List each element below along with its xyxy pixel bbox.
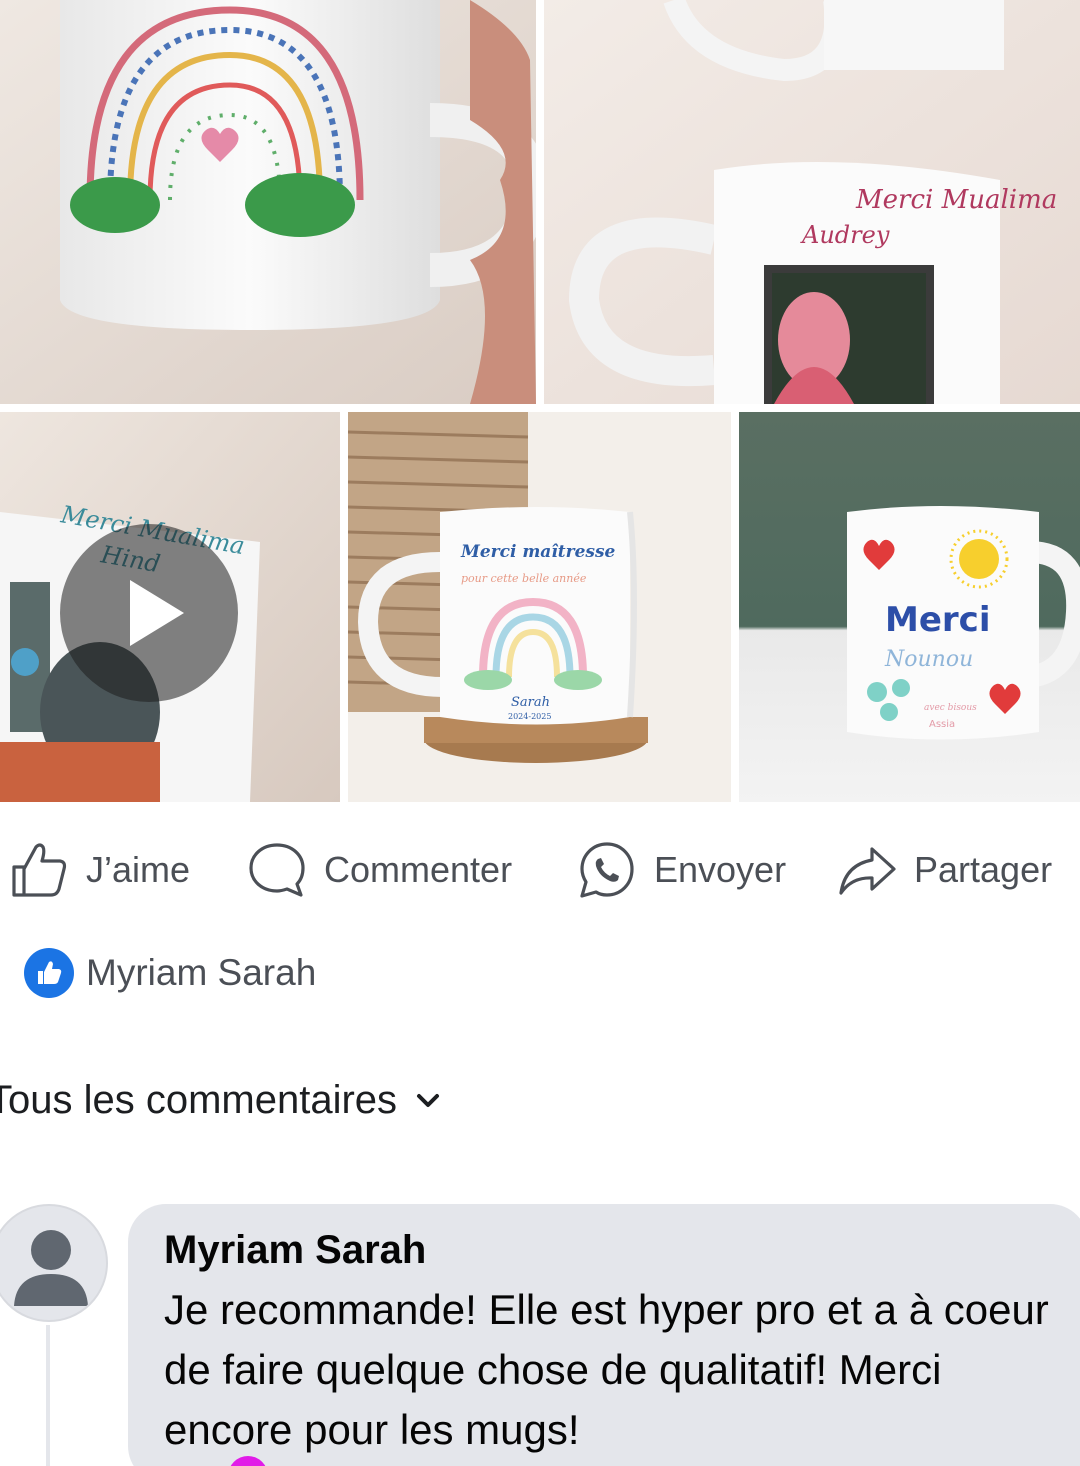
post-video-mualima-hind-mug[interactable]: Merci Mualima Hind xyxy=(0,412,340,802)
share-button[interactable]: Partager xyxy=(836,830,1052,910)
mug-text-audrey: Audrey xyxy=(800,221,890,249)
like-reaction-icon xyxy=(24,948,74,998)
comment-bubble[interactable]: Myriam Sarah Je recommande! Elle est hyp… xyxy=(128,1204,1080,1466)
send-label: Envoyer xyxy=(654,849,787,890)
post-action-bar: J’aime Commenter Envoyer Partager xyxy=(0,830,1080,910)
post-photo-mualima-audrey-mug[interactable]: Merci Mualima Audrey xyxy=(544,0,1080,404)
comment-author[interactable]: Myriam Sarah xyxy=(164,1224,1052,1276)
post-photo-maitresse-mug[interactable]: Merci maîtresse pour cette belle année S… xyxy=(348,412,731,802)
avatar-icon xyxy=(14,1230,88,1306)
comment-text: Je recommande! Elle est hyper pro et a à… xyxy=(164,1286,1049,1453)
comment-icon xyxy=(249,843,305,897)
post-photo-rainbow-mug[interactable] xyxy=(0,0,536,404)
svg-text:Nounou: Nounou xyxy=(884,647,973,672)
mug-text-merci-mualima: Merci Mualima xyxy=(855,185,1057,215)
like-label: J’aime xyxy=(86,849,191,890)
svg-text:pour cette belle année: pour cette belle année xyxy=(461,572,587,585)
svg-text:Assia: Assia xyxy=(929,719,955,730)
comments-filter-label: Tous les commentaires xyxy=(0,1078,398,1122)
mug-text-merci-maitresse: Merci maîtresse xyxy=(460,542,616,562)
comment-thread-line xyxy=(46,1325,50,1466)
play-icon[interactable] xyxy=(60,524,238,702)
chevron-down-icon xyxy=(417,1093,440,1107)
likes-summary[interactable]: Myriam Sarah xyxy=(24,948,316,998)
svg-text:Sarah: Sarah xyxy=(511,695,550,710)
svg-text:avec bisous: avec bisous xyxy=(924,703,977,713)
comments-filter-dropdown[interactable]: Tous les commentaires xyxy=(0,1078,443,1123)
thumbs-up-icon xyxy=(12,843,67,897)
comment-label: Commenter xyxy=(324,849,513,890)
share-label: Partager xyxy=(914,849,1053,890)
likes-names: Myriam Sarah xyxy=(86,952,317,993)
like-button[interactable]: J’aime xyxy=(8,830,190,910)
post-photo-nounou-mug[interactable]: Merci Nounou avec bisous Assia xyxy=(739,412,1080,802)
mug-text-merci: Merci xyxy=(885,600,990,640)
svg-text:2024-2025: 2024-2025 xyxy=(508,712,551,721)
share-icon xyxy=(839,847,896,895)
whatsapp-icon xyxy=(580,842,634,898)
avatar[interactable] xyxy=(0,1204,108,1322)
send-button[interactable]: Envoyer xyxy=(576,830,786,910)
sound-icon[interactable] xyxy=(243,684,340,802)
comment-button[interactable]: Commenter xyxy=(246,830,512,910)
